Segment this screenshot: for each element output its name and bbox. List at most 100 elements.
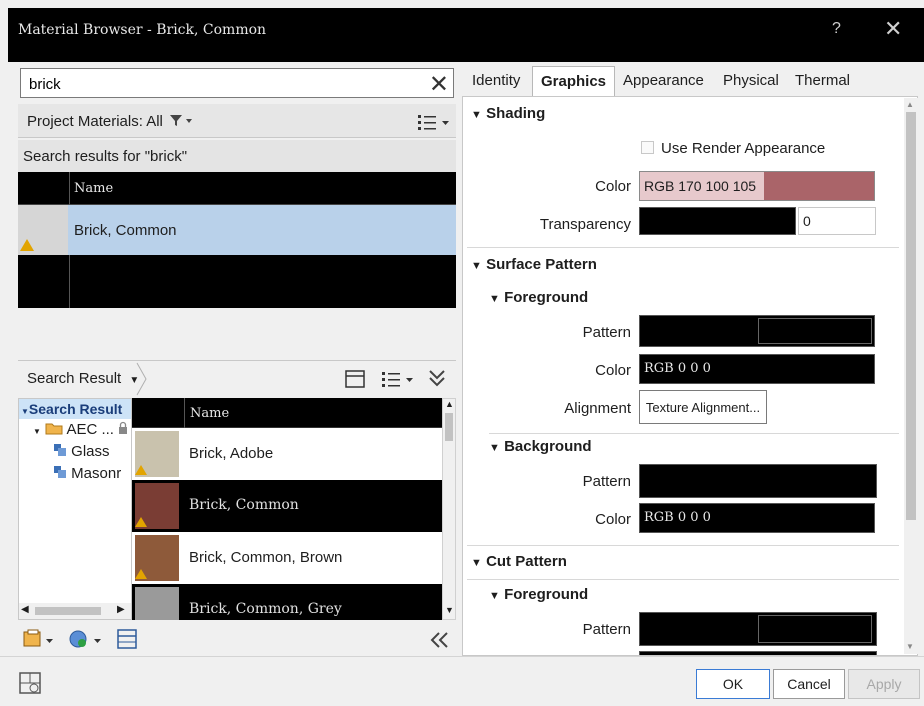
tab-graphics[interactable]: Graphics xyxy=(532,66,616,98)
subsection-title: Background xyxy=(504,438,592,455)
library-tree: ▼Search Result ▼ AEC ... Glass Masonr ◀ … xyxy=(18,398,132,620)
table-row-selected[interactable]: Brick, Common xyxy=(18,205,456,255)
tab-identity[interactable]: Identity xyxy=(472,72,520,89)
surface-bg-pattern-box[interactable] xyxy=(639,464,877,498)
scroll-up-icon[interactable]: ▲ xyxy=(445,399,454,409)
collapse-panel-icon[interactable] xyxy=(426,367,448,389)
search-field[interactable]: ✕ xyxy=(20,68,454,98)
column-name[interactable]: Name xyxy=(190,406,229,421)
section-cut-pattern[interactable]: ▼ Cut Pattern xyxy=(471,553,567,570)
scroll-down-icon[interactable]: ▼ xyxy=(906,642,914,651)
tree-expand-icon[interactable]: ▼ xyxy=(33,427,41,436)
scroll-thumb[interactable] xyxy=(445,413,453,441)
window-title: Material Browser - Brick, Common xyxy=(18,22,267,38)
material-thumbnail xyxy=(135,535,179,581)
collapse-arrow-icon[interactable]: ▼ xyxy=(489,442,500,454)
list-item[interactable]: Brick, Common xyxy=(132,480,442,532)
section-title: Surface Pattern xyxy=(486,256,597,273)
subsection-background[interactable]: ▼ Background xyxy=(489,438,592,455)
shading-color-swatch[interactable]: RGB 170 100 105 xyxy=(639,171,875,201)
project-materials-label: Project Materials: All xyxy=(27,113,163,130)
view-options-icon[interactable] xyxy=(416,112,452,132)
collapse-arrow-icon[interactable]: ▼ xyxy=(471,557,482,569)
column-name[interactable]: Name xyxy=(74,181,113,196)
collapse-arrow-icon[interactable]: ▼ xyxy=(489,293,500,305)
library-dropdown[interactable]: Search Result ▼ xyxy=(27,370,139,387)
library-toolbar xyxy=(18,622,456,656)
pattern-preview xyxy=(758,615,872,643)
scroll-right-icon[interactable]: ▶ xyxy=(117,604,125,615)
toggle-browser-icon[interactable] xyxy=(18,671,42,695)
tree-item-label: Glass xyxy=(71,443,110,460)
collapse-arrow-icon[interactable]: ▼ xyxy=(471,109,482,121)
transparency-input[interactable]: 0 xyxy=(798,207,876,235)
dialog-footer: OK Cancel Apply xyxy=(0,656,924,706)
subsection-title: Foreground xyxy=(504,289,589,306)
surface-fg-pattern-box[interactable] xyxy=(639,315,875,347)
column-divider xyxy=(184,398,185,428)
transparency-slider[interactable] xyxy=(639,207,796,235)
list-item[interactable]: Brick, Adobe xyxy=(132,428,442,480)
transparency-label: Transparency xyxy=(539,216,631,233)
cancel-button[interactable]: Cancel xyxy=(773,669,845,699)
list-item[interactable]: Brick, Common, Brown xyxy=(132,532,442,584)
warning-icon xyxy=(135,465,147,475)
section-shading[interactable]: ▼ Shading xyxy=(471,105,545,122)
filter-icon[interactable] xyxy=(167,113,193,127)
scroll-up-icon[interactable]: ▲ xyxy=(906,100,914,109)
list-item[interactable]: Brick, Common, Grey xyxy=(132,584,442,620)
subsection-cut-foreground[interactable]: ▼ Foreground xyxy=(489,586,588,603)
tree-item-aec[interactable]: ▼ AEC ... xyxy=(33,421,128,438)
lock-icon xyxy=(119,421,128,434)
tree-item-masonry[interactable]: Masonr xyxy=(53,465,121,482)
tree-item-glass[interactable]: Glass xyxy=(53,443,110,460)
tree-hscrollbar[interactable]: ◀ ▶ xyxy=(19,603,131,619)
library-icon xyxy=(54,466,66,478)
list-header: Name xyxy=(132,398,442,428)
collapse-arrow-icon[interactable]: ▼ xyxy=(471,260,482,272)
material-name: Brick, Common, Brown xyxy=(189,549,343,566)
property-tabs: Identity Graphics Appearance Physical Th… xyxy=(462,64,918,98)
tree-item-search-result[interactable]: ▼Search Result xyxy=(19,399,131,419)
panel-toggle-icon[interactable] xyxy=(344,369,366,389)
library-manage-icon[interactable] xyxy=(22,628,58,650)
pattern-preview xyxy=(758,318,872,344)
material-editor-icon[interactable] xyxy=(116,628,138,650)
search-input[interactable] xyxy=(27,75,407,94)
cut-fg-pattern-label: Pattern xyxy=(582,621,631,638)
texture-alignment-button[interactable]: Texture Alignment... xyxy=(639,390,767,424)
scroll-left-icon[interactable]: ◀ xyxy=(21,604,29,615)
shading-color-value: RGB 170 100 105 xyxy=(644,178,757,194)
project-materials-table: Name Brick, Common xyxy=(18,172,456,308)
tree-expand-icon[interactable]: ▼ xyxy=(21,407,29,416)
surface-fg-color-box[interactable]: RGB 0 0 0 xyxy=(639,354,875,384)
search-results-caption: Search results for "brick" xyxy=(18,140,456,172)
surface-bg-color-box[interactable]: RGB 0 0 0 xyxy=(639,503,875,533)
help-button[interactable]: ? xyxy=(832,20,841,38)
close-button[interactable]: ✕ xyxy=(884,16,902,42)
scroll-thumb[interactable] xyxy=(35,607,101,615)
apply-button[interactable]: Apply xyxy=(848,669,920,699)
list-vscrollbar[interactable]: ▲ ▼ xyxy=(442,398,456,620)
ok-button[interactable]: OK xyxy=(696,669,770,699)
scroll-thumb[interactable] xyxy=(906,112,916,520)
create-material-icon[interactable] xyxy=(68,628,106,650)
list-view-icon[interactable] xyxy=(380,369,416,389)
use-render-appearance-checkbox[interactable] xyxy=(641,141,654,154)
collapse-left-icon[interactable] xyxy=(428,630,452,650)
cut-fg-pattern-box[interactable] xyxy=(639,612,877,646)
tab-thermal[interactable]: Thermal xyxy=(795,72,850,89)
tab-physical[interactable]: Physical xyxy=(723,72,779,89)
project-materials-filter[interactable]: Project Materials: All xyxy=(27,113,193,130)
tree-root-label: Search Result xyxy=(28,401,123,417)
tab-appearance[interactable]: Appearance xyxy=(623,72,704,89)
section-surface-pattern[interactable]: ▼ Surface Pattern xyxy=(471,256,597,273)
collapse-arrow-icon[interactable]: ▼ xyxy=(489,590,500,602)
scroll-down-icon[interactable]: ▼ xyxy=(445,605,454,615)
surface-fg-color-label: Color xyxy=(595,362,631,379)
clear-search-icon[interactable]: ✕ xyxy=(429,70,449,99)
material-name: Brick, Common xyxy=(74,222,177,239)
project-materials-bar: Project Materials: All xyxy=(18,104,456,138)
section-title: Cut Pattern xyxy=(486,553,567,570)
subsection-foreground[interactable]: ▼ Foreground xyxy=(489,289,588,306)
